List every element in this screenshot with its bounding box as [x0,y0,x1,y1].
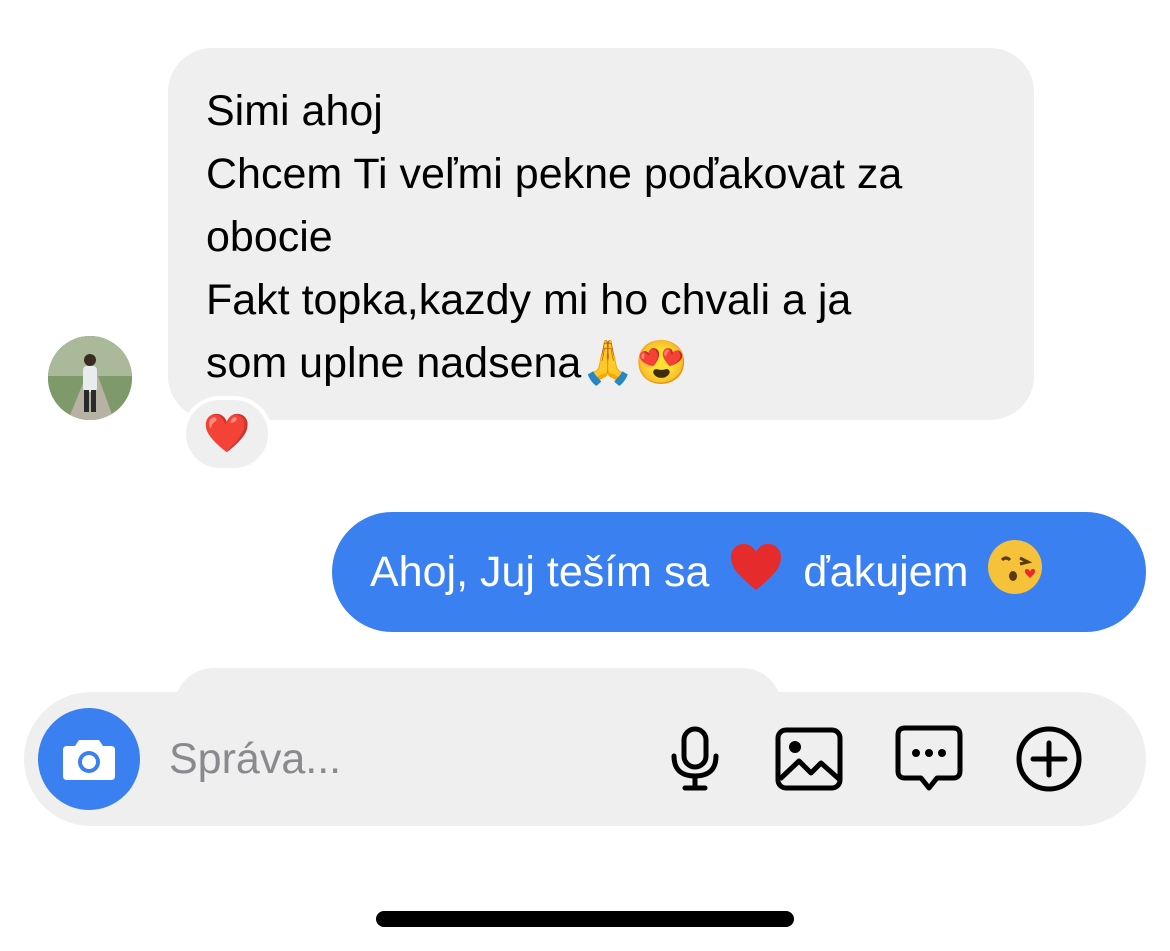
more-button[interactable] [1014,724,1084,794]
outgoing-message-bubble[interactable]: Ahoj, Juj teším sa ďakujem [332,512,1146,632]
gallery-button[interactable] [774,724,844,794]
face-blowing-kiss-emoji [986,538,1044,607]
contact-avatar[interactable] [48,336,132,420]
home-indicator[interactable] [376,911,794,927]
message-line: som uplne nadsena🙏😍 [206,339,689,387]
heart-reaction[interactable]: ❤️ [182,396,272,472]
message-line: obocie [206,213,333,261]
chat-bubble-icon [895,725,963,791]
microphone-button[interactable] [660,724,730,794]
sticker-button[interactable] [894,724,964,794]
camera-button[interactable] [38,708,140,810]
message-line: Chcem Ti veľmi pekne poďakovat za [206,150,903,198]
camera-icon [63,740,115,780]
plus-circle-icon [1016,726,1082,792]
incoming-message-bubble[interactable]: Simi ahoj Chcem Ti veľmi pekne poďakovat… [168,48,1034,420]
message-composer: Správa... [24,692,1146,826]
red-heart-emoji [729,542,783,603]
message-line: Simi ahoj [206,87,383,135]
microphone-icon [671,726,719,791]
reaction-emoji: ❤️ [203,413,251,455]
message-text-after: ďakujem [803,547,969,596]
message-input[interactable]: Správa... [169,730,341,788]
avatar-photo [48,336,132,420]
image-icon [775,727,843,791]
message-text-before: Ahoj, Juj teším sa [370,547,710,596]
message-line: Fakt topka,kazdy mi ho chvali a ja [206,276,852,324]
